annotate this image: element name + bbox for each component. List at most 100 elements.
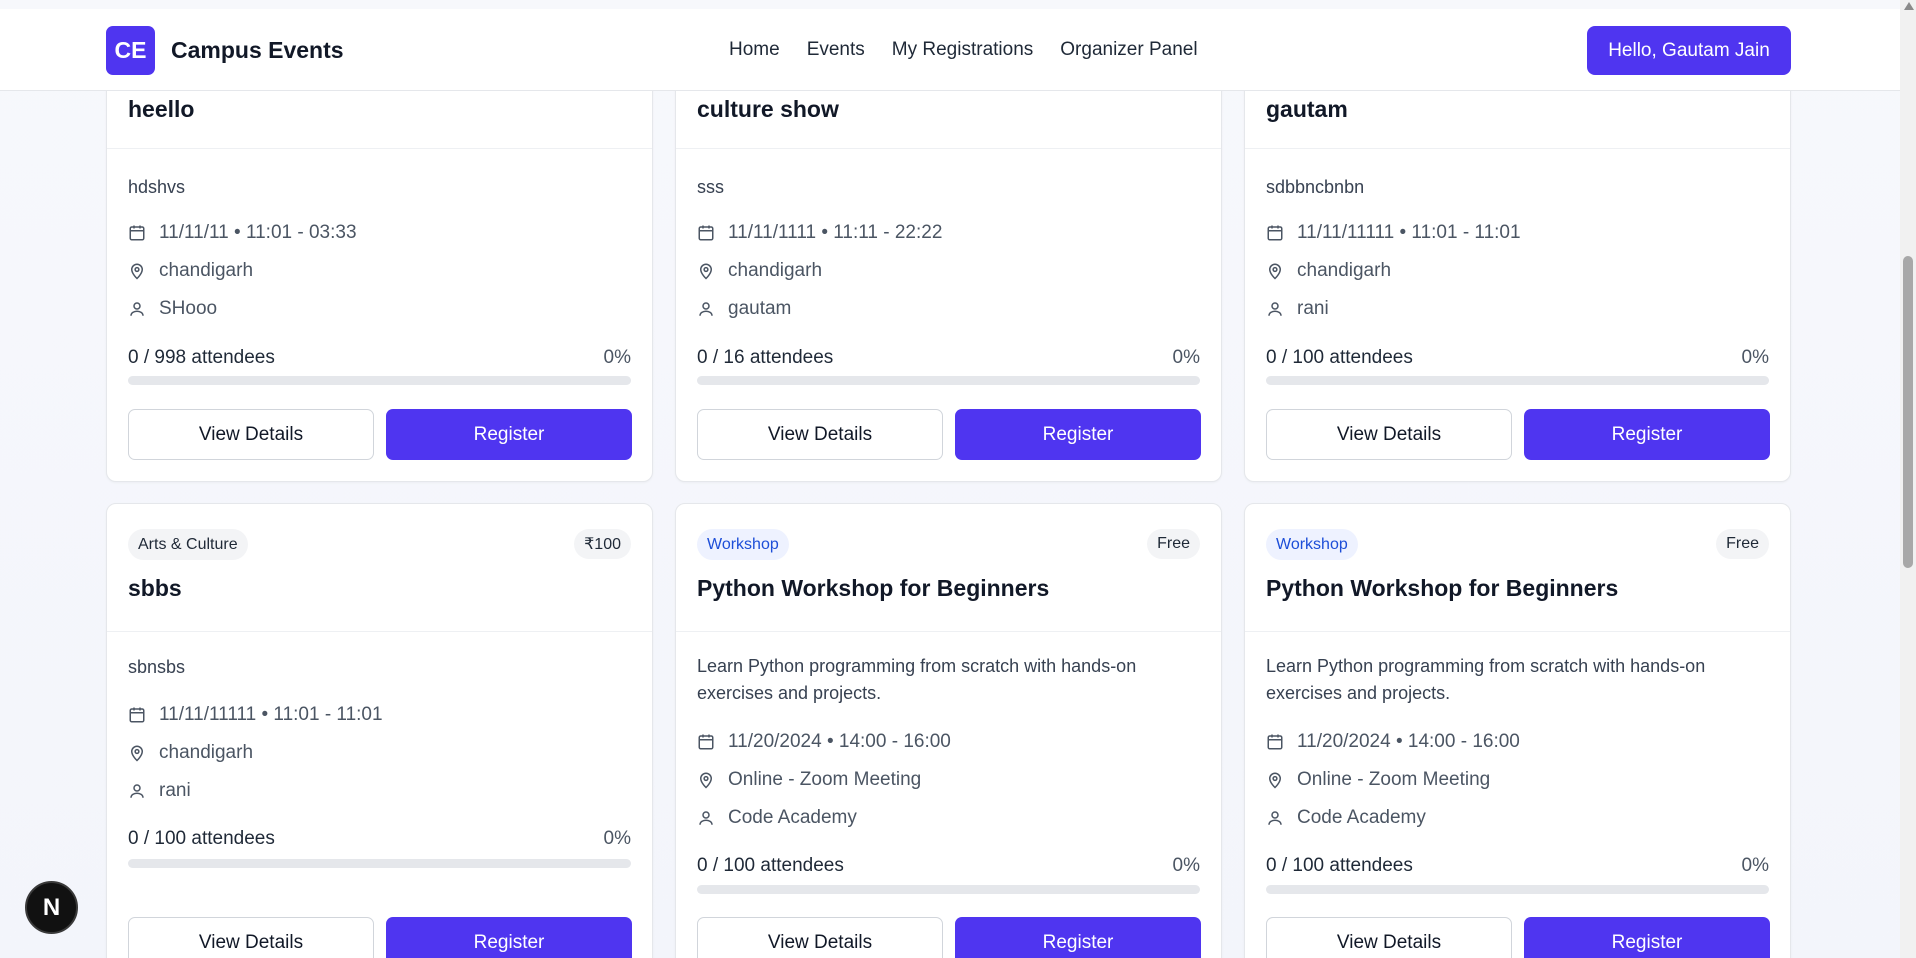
- price-badge: Free: [1716, 529, 1769, 559]
- map-pin-icon: [1268, 772, 1282, 789]
- user-icon: [130, 784, 144, 798]
- attendee-count: 0 / 100 attendees 0%: [697, 855, 1200, 876]
- attendee-count: 0 / 16 attendees 0%: [697, 347, 1200, 368]
- attendee-percent: 0%: [1172, 347, 1200, 368]
- user-icon: [1268, 302, 1282, 316]
- calendar-icon: [698, 225, 714, 241]
- nav-home[interactable]: Home: [729, 39, 780, 61]
- event-organizer: SHooo: [128, 298, 217, 320]
- event-datetime: 11/11/11111 • 11:01 - 11:01: [1266, 222, 1521, 244]
- event-title: sbbs: [128, 575, 182, 601]
- scroll-up-arrow-icon[interactable]: [1904, 2, 1914, 10]
- attendance-progress-bar: [128, 859, 631, 868]
- event-location: chandigarh: [697, 260, 822, 282]
- user-icon: [699, 302, 713, 316]
- map-pin-icon: [1268, 263, 1282, 280]
- view-details-button[interactable]: View Details: [128, 409, 374, 460]
- attendee-percent: 0%: [603, 347, 631, 368]
- calendar-icon: [129, 225, 145, 241]
- category-badge: Workshop: [697, 529, 789, 560]
- event-organizer: Code Academy: [1266, 807, 1426, 829]
- calendar-icon: [1267, 225, 1283, 241]
- user-icon: [699, 811, 713, 825]
- category-badge: Arts & Culture: [128, 529, 248, 560]
- event-description: sss: [697, 177, 724, 197]
- event-location: chandigarh: [128, 260, 253, 282]
- map-pin-icon: [130, 263, 144, 280]
- register-button[interactable]: Register: [1524, 409, 1770, 460]
- attendance-progress-bar: [697, 376, 1200, 385]
- price-badge: ₹100: [574, 529, 631, 559]
- category-badge: Workshop: [1266, 529, 1358, 560]
- event-card: Arts & Culture ₹100 sbbs sbnsbs 11/11/11…: [106, 503, 653, 958]
- attendee-count: 0 / 100 attendees 0%: [128, 828, 631, 849]
- register-button[interactable]: Register: [955, 409, 1201, 460]
- nav-organizer-panel[interactable]: Organizer Panel: [1060, 39, 1197, 61]
- nav-events[interactable]: Events: [807, 39, 865, 61]
- event-card: Workshop Free Python Workshop for Beginn…: [1244, 503, 1791, 958]
- register-button[interactable]: Register: [386, 409, 632, 460]
- event-location: Online - Zoom Meeting: [1266, 769, 1490, 791]
- map-pin-icon: [699, 263, 713, 280]
- attendee-percent: 0%: [603, 828, 631, 849]
- map-pin-icon: [699, 772, 713, 789]
- event-description: sbnsbs: [128, 657, 186, 677]
- event-datetime: 11/20/2024 • 14:00 - 16:00: [697, 731, 951, 753]
- view-details-button[interactable]: View Details: [697, 409, 943, 460]
- attendance-progress-bar: [1266, 885, 1769, 894]
- attendance-progress-bar: [1266, 376, 1769, 385]
- event-description: hdshvs: [128, 177, 186, 197]
- event-card: culture show sss 11/11/1111 • 11:11 - 22…: [675, 40, 1222, 482]
- event-datetime: 11/11/11 • 11:01 - 03:33: [128, 222, 357, 244]
- register-button[interactable]: Register: [1524, 917, 1770, 958]
- attendee-count: 0 / 100 attendees 0%: [1266, 855, 1769, 876]
- attendee-percent: 0%: [1741, 855, 1769, 876]
- nextjs-dev-badge[interactable]: N: [25, 881, 78, 934]
- event-location: chandigarh: [1266, 260, 1391, 282]
- event-organizer: Code Academy: [697, 807, 857, 829]
- event-organizer: rani: [1266, 298, 1329, 320]
- map-pin-icon: [130, 745, 144, 762]
- event-datetime: 11/20/2024 • 14:00 - 16:00: [1266, 731, 1520, 753]
- brand-name[interactable]: Campus Events: [171, 37, 344, 64]
- event-title: gautam: [1266, 96, 1348, 122]
- view-details-button[interactable]: View Details: [697, 917, 943, 958]
- event-title: culture show: [697, 96, 839, 122]
- site-header: CE Campus Events Home Events My Registra…: [0, 9, 1900, 91]
- main-nav: Home Events My Registrations Organizer P…: [729, 39, 1225, 61]
- logo[interactable]: CE: [106, 26, 155, 75]
- event-organizer: gautam: [697, 298, 791, 320]
- event-datetime: 11/11/1111 • 11:11 - 22:22: [697, 222, 942, 244]
- register-button[interactable]: Register: [386, 917, 632, 958]
- user-icon: [130, 302, 144, 316]
- attendee-count: 0 / 100 attendees 0%: [1266, 347, 1769, 368]
- register-button[interactable]: Register: [955, 917, 1201, 958]
- event-title: heello: [128, 96, 195, 122]
- attendee-count: 0 / 998 attendees 0%: [128, 347, 631, 368]
- view-details-button[interactable]: View Details: [1266, 917, 1512, 958]
- event-location: chandigarh: [128, 742, 253, 764]
- event-card: Workshop Free Python Workshop for Beginn…: [675, 503, 1222, 958]
- top-strip: [0, 0, 1900, 9]
- event-organizer: rani: [128, 780, 191, 802]
- user-menu-button[interactable]: Hello, Gautam Jain: [1587, 26, 1791, 75]
- attendee-percent: 0%: [1741, 347, 1769, 368]
- calendar-icon: [1267, 734, 1283, 750]
- event-description: sdbbncbnbn: [1266, 177, 1365, 197]
- event-description: Learn Python programming from scratch wi…: [697, 656, 1137, 703]
- event-card: heello hdshvs 11/11/11 • 11:01 - 03:33 c…: [106, 40, 653, 482]
- attendee-percent: 0%: [1172, 855, 1200, 876]
- event-title: Python Workshop for Beginners: [697, 575, 1050, 601]
- attendance-progress-bar: [697, 885, 1200, 894]
- nav-my-registrations[interactable]: My Registrations: [892, 39, 1034, 61]
- view-details-button[interactable]: View Details: [128, 917, 374, 958]
- user-icon: [1268, 811, 1282, 825]
- event-description: Learn Python programming from scratch wi…: [1266, 656, 1706, 703]
- scrollbar-thumb[interactable]: [1903, 256, 1913, 568]
- view-details-button[interactable]: View Details: [1266, 409, 1512, 460]
- page-scrollbar[interactable]: [1900, 0, 1916, 958]
- price-badge: Free: [1147, 529, 1200, 559]
- calendar-icon: [698, 734, 714, 750]
- event-datetime: 11/11/11111 • 11:01 - 11:01: [128, 704, 383, 726]
- event-card: gautam sdbbncbnbn 11/11/11111 • 11:01 - …: [1244, 40, 1791, 482]
